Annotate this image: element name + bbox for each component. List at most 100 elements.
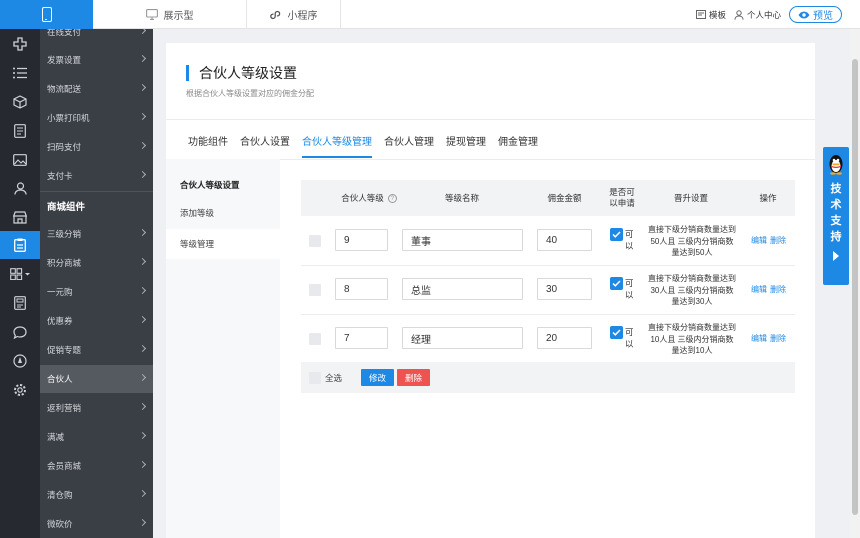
level-input[interactable]: 7 <box>335 327 388 349</box>
submenu-item[interactable]: 返利营销 <box>40 394 153 422</box>
submenu-item[interactable]: 发票设置 <box>40 46 153 74</box>
submenu-item[interactable]: 扫码支付 <box>40 133 153 161</box>
select-all-label[interactable]: 全选 <box>325 372 342 384</box>
tab-partner-settings[interactable]: 合伙人设置 <box>240 133 290 158</box>
table-row: 8 总监 30 可以 直接下级分销商数量达到30人且 三级内分销商数量达到30人… <box>301 266 795 315</box>
side-nav-level-management[interactable]: 等级管理 <box>166 229 280 259</box>
page-scrollbar[interactable] <box>850 29 860 538</box>
user-center-link[interactable]: 个人中心 <box>734 9 781 21</box>
row-ops: 编辑 删除 <box>751 284 789 295</box>
modify-button[interactable]: 修改 <box>361 369 395 386</box>
clipboard-icon <box>14 238 26 252</box>
header-level: 合伙人等级 ? <box>329 180 409 216</box>
icon-sidebar <box>0 29 40 538</box>
chevron-right-icon <box>138 286 147 295</box>
delete-link[interactable]: 删除 <box>770 334 786 343</box>
submenu-item[interactable]: 在线支付 <box>40 29 153 46</box>
nav-shop[interactable] <box>0 203 40 231</box>
edit-link[interactable]: 编辑 <box>751 236 767 245</box>
tab-partner-management[interactable]: 合伙人管理 <box>384 133 434 158</box>
submenu-item[interactable]: 清仓购 <box>40 481 153 509</box>
nav-mall-components[interactable] <box>0 231 40 259</box>
row-checkbox[interactable] <box>309 284 321 296</box>
nav-box[interactable] <box>0 88 40 116</box>
submenu-item[interactable]: 优惠券 <box>40 307 153 335</box>
submenu-item[interactable]: 积分商城 <box>40 249 153 277</box>
nav-settings[interactable] <box>0 376 40 404</box>
tab-components[interactable]: 功能组件 <box>188 133 228 158</box>
nav-list[interactable] <box>0 59 40 87</box>
top-bar: 展示型 小程序 模板 个人中心 预览 <box>0 0 860 29</box>
submenu-item[interactable]: 微砍价 <box>40 510 153 538</box>
row-checkbox[interactable] <box>309 235 321 247</box>
nav-member[interactable] <box>0 174 40 202</box>
document-icon <box>14 124 26 138</box>
chat-icon <box>12 325 27 339</box>
nav-compass[interactable] <box>0 347 40 375</box>
submenu-item[interactable]: 促销专题 <box>40 336 153 364</box>
tab-commission-management[interactable]: 佣金管理 <box>498 133 538 158</box>
commission-input[interactable]: 40 <box>537 229 592 251</box>
side-nav-add-level[interactable]: 添加等级 <box>166 198 280 228</box>
submenu-item[interactable]: 一元购 <box>40 278 153 306</box>
upgrade-rule: 直接下级分销商数量达到50人且 三级内分销商数量达到50人 <box>648 225 736 257</box>
delete-link[interactable]: 删除 <box>770 236 786 245</box>
level-input[interactable]: 8 <box>335 278 388 300</box>
level-name-input[interactable]: 董事 <box>402 229 523 251</box>
divider <box>166 119 815 120</box>
commission-input[interactable]: 30 <box>537 278 592 300</box>
header-commission: 佣金金额 <box>547 192 582 203</box>
preview-button[interactable]: 预览 <box>789 6 842 23</box>
mobile-site-button[interactable] <box>0 0 93 29</box>
scrollbar-thumb[interactable] <box>852 59 858 515</box>
nav-chat[interactable] <box>0 318 40 346</box>
table-header: 合伙人等级 ? 等级名称 佣金金额 是否可以申请 晋升设置 操作 <box>301 180 795 216</box>
commission-input[interactable]: 20 <box>537 327 592 349</box>
apply-label: 可以 <box>625 327 634 349</box>
tab-mini-program[interactable]: 小程序 <box>247 0 341 29</box>
apply-checkbox[interactable] <box>610 228 623 241</box>
check-icon <box>612 231 621 238</box>
edit-link[interactable]: 编辑 <box>751 285 767 294</box>
level-name-input[interactable]: 总监 <box>402 278 523 300</box>
nav-plugin[interactable] <box>0 30 40 58</box>
check-icon <box>612 329 621 336</box>
level-name-input[interactable]: 经理 <box>402 327 523 349</box>
chevron-right-icon <box>138 141 147 150</box>
chevron-right-icon <box>138 228 147 237</box>
apply-checkbox[interactable] <box>610 326 623 339</box>
level-input[interactable]: 9 <box>335 229 388 251</box>
delete-button[interactable]: 删除 <box>397 369 431 386</box>
chevron-right-icon <box>138 54 147 63</box>
submenu-item[interactable]: 支付卡 <box>40 162 153 190</box>
nav-document[interactable] <box>0 117 40 145</box>
qq-penguin-icon <box>829 155 843 175</box>
submenu-item[interactable]: 会员商城 <box>40 452 153 480</box>
submenu: 在线支付 发票设置 物流配送 小票打印机 扫码支付 支付卡 商城组件 三级分销 … <box>40 29 153 538</box>
nav-apps[interactable] <box>0 260 40 288</box>
row-checkbox[interactable] <box>309 333 321 345</box>
submenu-item[interactable]: 物流配送 <box>40 75 153 103</box>
tab-display-type[interactable]: 展示型 <box>93 0 247 29</box>
tech-support-button[interactable]: 技术支持 <box>823 147 849 285</box>
chevron-right-icon <box>138 112 147 121</box>
nav-news[interactable] <box>0 289 40 317</box>
select-all-checkbox[interactable] <box>309 372 321 384</box>
edit-link[interactable]: 编辑 <box>751 334 767 343</box>
chevron-right-icon <box>138 431 147 440</box>
tab-partner-levels[interactable]: 合伙人等级管理 <box>302 133 372 158</box>
triangle-right-icon <box>833 251 839 261</box>
submenu-item[interactable]: 小票打印机 <box>40 104 153 132</box>
user-icon <box>734 9 744 20</box>
delete-link[interactable]: 删除 <box>770 285 786 294</box>
submenu-item[interactable]: 三级分销 <box>40 220 153 248</box>
help-icon[interactable]: ? <box>387 193 397 203</box>
submenu-item-partner[interactable]: 合伙人 <box>40 365 153 393</box>
apply-checkbox[interactable] <box>610 277 623 290</box>
submenu-item[interactable]: 满减 <box>40 423 153 451</box>
nav-image[interactable] <box>0 146 40 174</box>
chevron-right-icon <box>138 257 147 266</box>
template-link[interactable]: 模板 <box>695 9 726 21</box>
cube-icon <box>13 95 27 109</box>
tab-withdraw-management[interactable]: 提现管理 <box>446 133 486 158</box>
